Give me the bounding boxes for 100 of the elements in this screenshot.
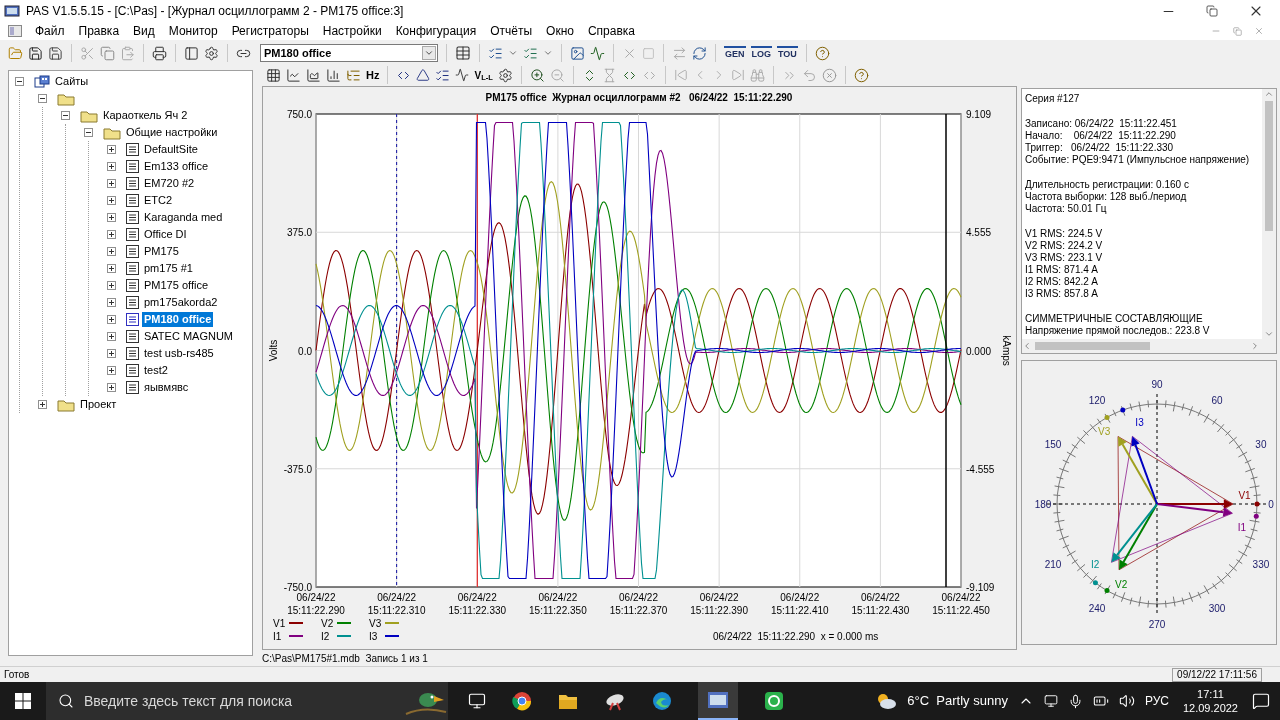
expand-toggle[interactable] (107, 213, 116, 222)
tree-item[interactable]: Общие настройки (124, 125, 220, 140)
expand-toggle[interactable] (107, 298, 116, 307)
voltage-mode-button[interactable]: V$_{L-L}$ (474, 67, 493, 83)
help-icon[interactable] (853, 67, 869, 83)
printer-icon[interactable] (152, 45, 167, 61)
save-icon[interactable] (28, 45, 43, 61)
report-button[interactable]: GEN (724, 46, 746, 60)
caret-icon[interactable] (424, 48, 434, 58)
caret-icon[interactable] (543, 48, 553, 58)
display-icon[interactable] (1043, 694, 1058, 708)
tree-item[interactable]: pm175 #1 (142, 261, 195, 276)
expand-toggle[interactable] (107, 349, 116, 358)
signal-icon[interactable] (455, 68, 470, 82)
expand-toggle[interactable] (107, 366, 116, 375)
tree-item[interactable]: PM175 office (142, 278, 210, 293)
tree-item[interactable]: test usb-rs485 (142, 346, 216, 361)
grid-icon[interactable] (266, 67, 281, 83)
tree-item[interactable]: Караоткель Яч 2 (101, 108, 190, 123)
search-field[interactable]: Введите здесь текст для поиска (84, 690, 394, 712)
menu-item[interactable]: Окно (539, 22, 581, 40)
tree-item[interactable]: яывмявс (142, 380, 191, 395)
menu-item[interactable]: Монитор (161, 22, 225, 40)
expand-toggle[interactable] (15, 77, 24, 86)
report-button[interactable]: TOU (777, 46, 798, 60)
search-icon[interactable] (58, 693, 74, 709)
search-bar[interactable]: Введите здесь текст для поиска (46, 682, 448, 720)
waveform-icon[interactable] (590, 45, 605, 61)
area-chart-icon[interactable] (306, 67, 321, 83)
microphone-icon[interactable] (1067, 693, 1083, 709)
table-icon[interactable] (455, 45, 471, 61)
expand-toggle[interactable] (107, 230, 116, 239)
tree-item[interactable]: EM720 #2 (142, 176, 197, 191)
cloud-sun-icon[interactable] (875, 692, 898, 710)
expand-toggle[interactable] (38, 400, 47, 409)
document-icon[interactable] (8, 25, 22, 37)
menu-item[interactable]: Справка (580, 22, 642, 40)
menu-item[interactable]: Отчёты (483, 22, 540, 40)
tree-item[interactable]: Em133 office (142, 159, 210, 174)
help-icon[interactable] (814, 45, 830, 61)
task-view-icon[interactable] (468, 692, 486, 710)
save-icon[interactable] (48, 45, 63, 61)
notifications-icon[interactable] (1252, 692, 1270, 710)
browser-icon[interactable] (652, 691, 672, 711)
marker-line[interactable] (396, 113, 398, 588)
app-taskbar-button[interactable] (698, 682, 738, 720)
tree-item[interactable]: PM180 office (142, 312, 214, 327)
zoom-in-icon[interactable] (529, 67, 545, 83)
expand-toggle[interactable] (107, 196, 116, 205)
expand-toggle[interactable] (61, 111, 70, 120)
restore-icon[interactable] (1206, 5, 1218, 17)
menu-item[interactable]: Конфигурация (388, 22, 484, 40)
tree-list-icon[interactable] (346, 67, 361, 83)
clock-time[interactable]: 17:11 (1197, 687, 1224, 701)
line-chart-icon[interactable] (286, 67, 301, 83)
chat-app-icon[interactable] (764, 691, 784, 711)
bar-chart-icon[interactable] (326, 67, 341, 83)
expand-toggle[interactable] (107, 162, 116, 171)
weather-text[interactable]: 6°C Partly sunny (907, 691, 1008, 711)
settings-icon[interactable] (497, 67, 513, 83)
tree-item[interactable]: Проект (78, 397, 119, 412)
panel-icon[interactable] (184, 45, 199, 61)
expand-toggle[interactable] (107, 332, 116, 341)
report-button[interactable]: LOG (750, 46, 772, 60)
windows-logo-icon[interactable] (15, 693, 31, 709)
expand-toggle[interactable] (107, 247, 116, 256)
expand-toggle[interactable] (107, 315, 116, 324)
picture-icon[interactable] (570, 45, 585, 61)
tree-item[interactable]: Сайты (53, 74, 91, 89)
menu-item[interactable]: Правка (71, 22, 127, 40)
expand-toggle[interactable] (107, 179, 116, 188)
menu-item[interactable]: Вид (126, 22, 162, 40)
caret-icon[interactable] (508, 48, 518, 58)
satellite-icon[interactable] (604, 691, 626, 711)
expand-toggle[interactable] (38, 94, 47, 103)
settings-icon[interactable] (204, 45, 219, 61)
tree-item[interactable]: DefaultSite (142, 142, 200, 157)
expand-toggle[interactable] (107, 145, 116, 154)
triangle-icon[interactable] (416, 68, 431, 82)
expand-toggle[interactable] (107, 281, 116, 290)
menu-item[interactable]: Настройки (315, 22, 389, 40)
tree-item[interactable]: pm175akorda2 (142, 295, 220, 310)
tree-item[interactable]: ETC2 (142, 193, 175, 208)
battery-icon[interactable] (1092, 693, 1109, 709)
expand-toggle[interactable] (107, 264, 116, 273)
tree-item[interactable]: Karaganda med (142, 210, 225, 225)
expand-toggle[interactable] (107, 383, 116, 392)
tree-item[interactable]: Office DI (142, 227, 189, 242)
refresh-icon[interactable] (692, 45, 707, 61)
clock-date[interactable]: 12.09.2022 (1182, 701, 1238, 715)
expand-toggle[interactable] (84, 128, 93, 137)
device-select[interactable]: PM180 office (260, 44, 438, 62)
tree-item[interactable]: test2 (142, 363, 170, 378)
checklist-icon[interactable] (488, 45, 503, 61)
folder-icon[interactable] (558, 692, 578, 710)
language-indicator[interactable]: РУС (1144, 692, 1169, 710)
browser-icon[interactable] (512, 691, 532, 711)
tree-item[interactable]: PM175 (142, 244, 181, 259)
list-icon[interactable] (435, 67, 451, 83)
menu-item[interactable]: Файл (28, 22, 72, 40)
